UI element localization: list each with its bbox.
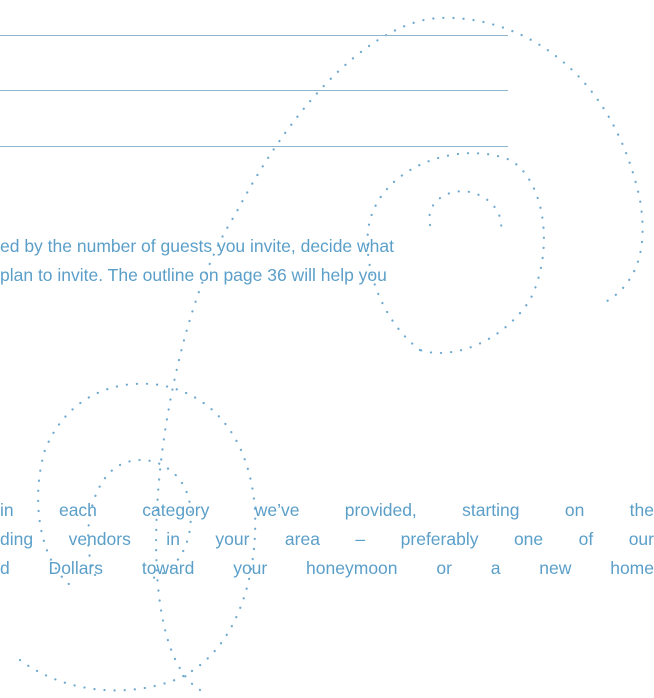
blank-line-3 — [0, 146, 508, 147]
guest-count-paragraph: ed by the number of guests you invite, d… — [0, 232, 394, 290]
swirl-small-center — [428, 190, 503, 237]
decorative-swirl-pattern — [18, 16, 644, 692]
paragraph-line: d Dollars toward your honeymoon or a new… — [0, 558, 654, 578]
paragraph-line: plan to invite. The outline on page 36 w… — [0, 265, 387, 285]
blank-line-2 — [0, 90, 508, 91]
paragraph-line: ding vendors in your area – preferably o… — [0, 529, 654, 549]
paragraph-line: ed by the number of guests you invite, d… — [0, 236, 394, 256]
blank-line-1 — [0, 35, 508, 36]
swirl-large-outer — [155, 16, 644, 692]
vendor-budget-paragraph: in each category we’ve provided, startin… — [0, 496, 654, 583]
paragraph-line: in each category we’ve provided, startin… — [0, 500, 654, 520]
